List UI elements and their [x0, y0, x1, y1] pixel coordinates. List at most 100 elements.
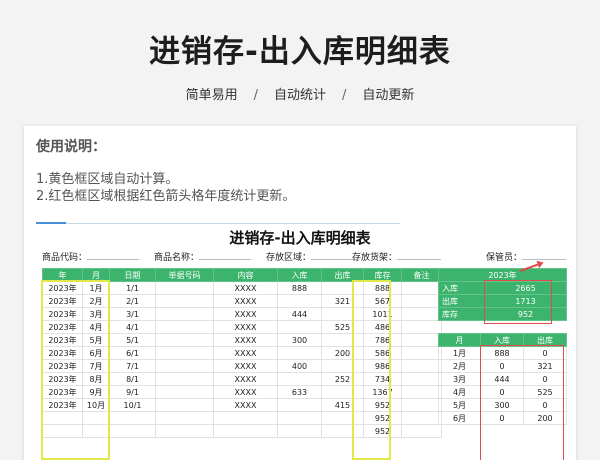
cell-remark[interactable] [401, 359, 442, 373]
cell-content[interactable] [213, 424, 278, 438]
cell-year[interactable] [42, 411, 83, 425]
cell-month[interactable]: 6月 [82, 346, 110, 360]
cell-out[interactable] [321, 359, 364, 373]
cell-month[interactable]: 4月 [82, 320, 110, 334]
summary-year-cell[interactable]: 2023年 [438, 268, 567, 282]
cell-date[interactable]: 3/1 [109, 307, 156, 321]
cell-remark[interactable] [401, 333, 442, 347]
cell-out[interactable] [321, 411, 364, 425]
cell-doc-no[interactable] [155, 359, 214, 373]
cell-content[interactable]: XXXX [213, 346, 278, 360]
cell-year[interactable]: 2023年 [42, 307, 83, 321]
cell-out[interactable]: 415 [321, 398, 364, 412]
cell-date[interactable]: 7/1 [109, 359, 156, 373]
cell-remark[interactable] [401, 398, 442, 412]
cell-content[interactable]: XXXX [213, 372, 278, 386]
cell-content[interactable]: XXXX [213, 333, 278, 347]
cell-content[interactable]: XXXX [213, 385, 278, 399]
cell-doc-no[interactable] [155, 333, 214, 347]
cell-content[interactable]: XXXX [213, 320, 278, 334]
cell-doc-no[interactable] [155, 385, 214, 399]
cell-in[interactable] [277, 294, 322, 308]
cell-month[interactable] [82, 424, 110, 438]
cell-date[interactable]: 10/1 [109, 398, 156, 412]
cell-stock[interactable]: 586 [363, 346, 402, 360]
cell-year[interactable]: 2023年 [42, 346, 83, 360]
cell-doc-no[interactable] [155, 320, 214, 334]
cell-content[interactable] [213, 411, 278, 425]
cell-remark[interactable] [401, 320, 442, 334]
cell-date[interactable]: 9/1 [109, 385, 156, 399]
cell-stock[interactable]: 1011 [363, 307, 402, 321]
cell-in[interactable] [277, 424, 322, 438]
monthly-cell-in[interactable]: 300 [480, 398, 524, 412]
monthly-cell-out[interactable]: 321 [523, 359, 567, 373]
cell-doc-no[interactable] [155, 398, 214, 412]
cell-out[interactable]: 252 [321, 372, 364, 386]
monthly-cell-out[interactable]: 525 [523, 385, 567, 399]
cell-in[interactable]: 633 [277, 385, 322, 399]
cell-remark[interactable] [401, 411, 442, 425]
cell-stock[interactable]: 952 [363, 398, 402, 412]
cell-month[interactable]: 9月 [82, 385, 110, 399]
cell-content[interactable]: XXXX [213, 307, 278, 321]
cell-in[interactable] [277, 398, 322, 412]
cell-date[interactable]: 8/1 [109, 372, 156, 386]
cell-month[interactable]: 5月 [82, 333, 110, 347]
cell-date[interactable]: 5/1 [109, 333, 156, 347]
cell-stock[interactable]: 486 [363, 320, 402, 334]
storage-area-field[interactable] [311, 251, 358, 260]
monthly-cell-in[interactable]: 0 [480, 411, 524, 425]
cell-out[interactable] [321, 333, 364, 347]
keeper-field[interactable] [522, 251, 567, 260]
cell-year[interactable]: 2023年 [42, 359, 83, 373]
monthly-cell-month[interactable]: 1月 [438, 346, 481, 360]
cell-remark[interactable] [401, 294, 442, 308]
monthly-cell-month[interactable]: 5月 [438, 398, 481, 412]
cell-remark[interactable] [401, 307, 442, 321]
cell-month[interactable]: 7月 [82, 359, 110, 373]
cell-year[interactable]: 2023年 [42, 372, 83, 386]
cell-out[interactable]: 321 [321, 294, 364, 308]
product-code-field[interactable] [87, 251, 140, 260]
cell-stock[interactable]: 734 [363, 372, 402, 386]
monthly-cell-out[interactable]: 200 [523, 411, 567, 425]
product-name-field[interactable] [199, 251, 252, 260]
cell-doc-no[interactable] [155, 281, 214, 295]
cell-month[interactable]: 2月 [82, 294, 110, 308]
cell-doc-no[interactable] [155, 346, 214, 360]
cell-month[interactable] [82, 411, 110, 425]
cell-in[interactable] [277, 320, 322, 334]
cell-out[interactable]: 200 [321, 346, 364, 360]
cell-stock[interactable]: 952 [363, 411, 402, 425]
cell-in[interactable] [277, 411, 322, 425]
cell-date[interactable]: 6/1 [109, 346, 156, 360]
cell-out[interactable] [321, 307, 364, 321]
cell-doc-no[interactable] [155, 411, 214, 425]
cell-remark[interactable] [401, 346, 442, 360]
cell-out[interactable] [321, 424, 364, 438]
cell-remark[interactable] [401, 372, 442, 386]
monthly-cell-month[interactable]: 4月 [438, 385, 481, 399]
cell-content[interactable]: XXXX [213, 294, 278, 308]
cell-in[interactable]: 888 [277, 281, 322, 295]
cell-month[interactable]: 3月 [82, 307, 110, 321]
monthly-cell-out[interactable]: 0 [523, 372, 567, 386]
cell-remark[interactable] [401, 424, 442, 438]
cell-year[interactable]: 2023年 [42, 281, 83, 295]
cell-month[interactable]: 1月 [82, 281, 110, 295]
cell-in[interactable] [277, 372, 322, 386]
monthly-cell-in[interactable]: 888 [480, 346, 524, 360]
cell-stock[interactable]: 952 [363, 424, 402, 438]
cell-out[interactable] [321, 385, 364, 399]
cell-date[interactable]: 4/1 [109, 320, 156, 334]
cell-in[interactable] [277, 346, 322, 360]
cell-remark[interactable] [401, 281, 442, 295]
cell-year[interactable]: 2023年 [42, 294, 83, 308]
monthly-cell-month[interactable]: 3月 [438, 372, 481, 386]
cell-doc-no[interactable] [155, 294, 214, 308]
cell-stock[interactable]: 888 [363, 281, 402, 295]
cell-date[interactable] [109, 411, 156, 425]
monthly-cell-in[interactable]: 444 [480, 372, 524, 386]
cell-year[interactable]: 2023年 [42, 398, 83, 412]
